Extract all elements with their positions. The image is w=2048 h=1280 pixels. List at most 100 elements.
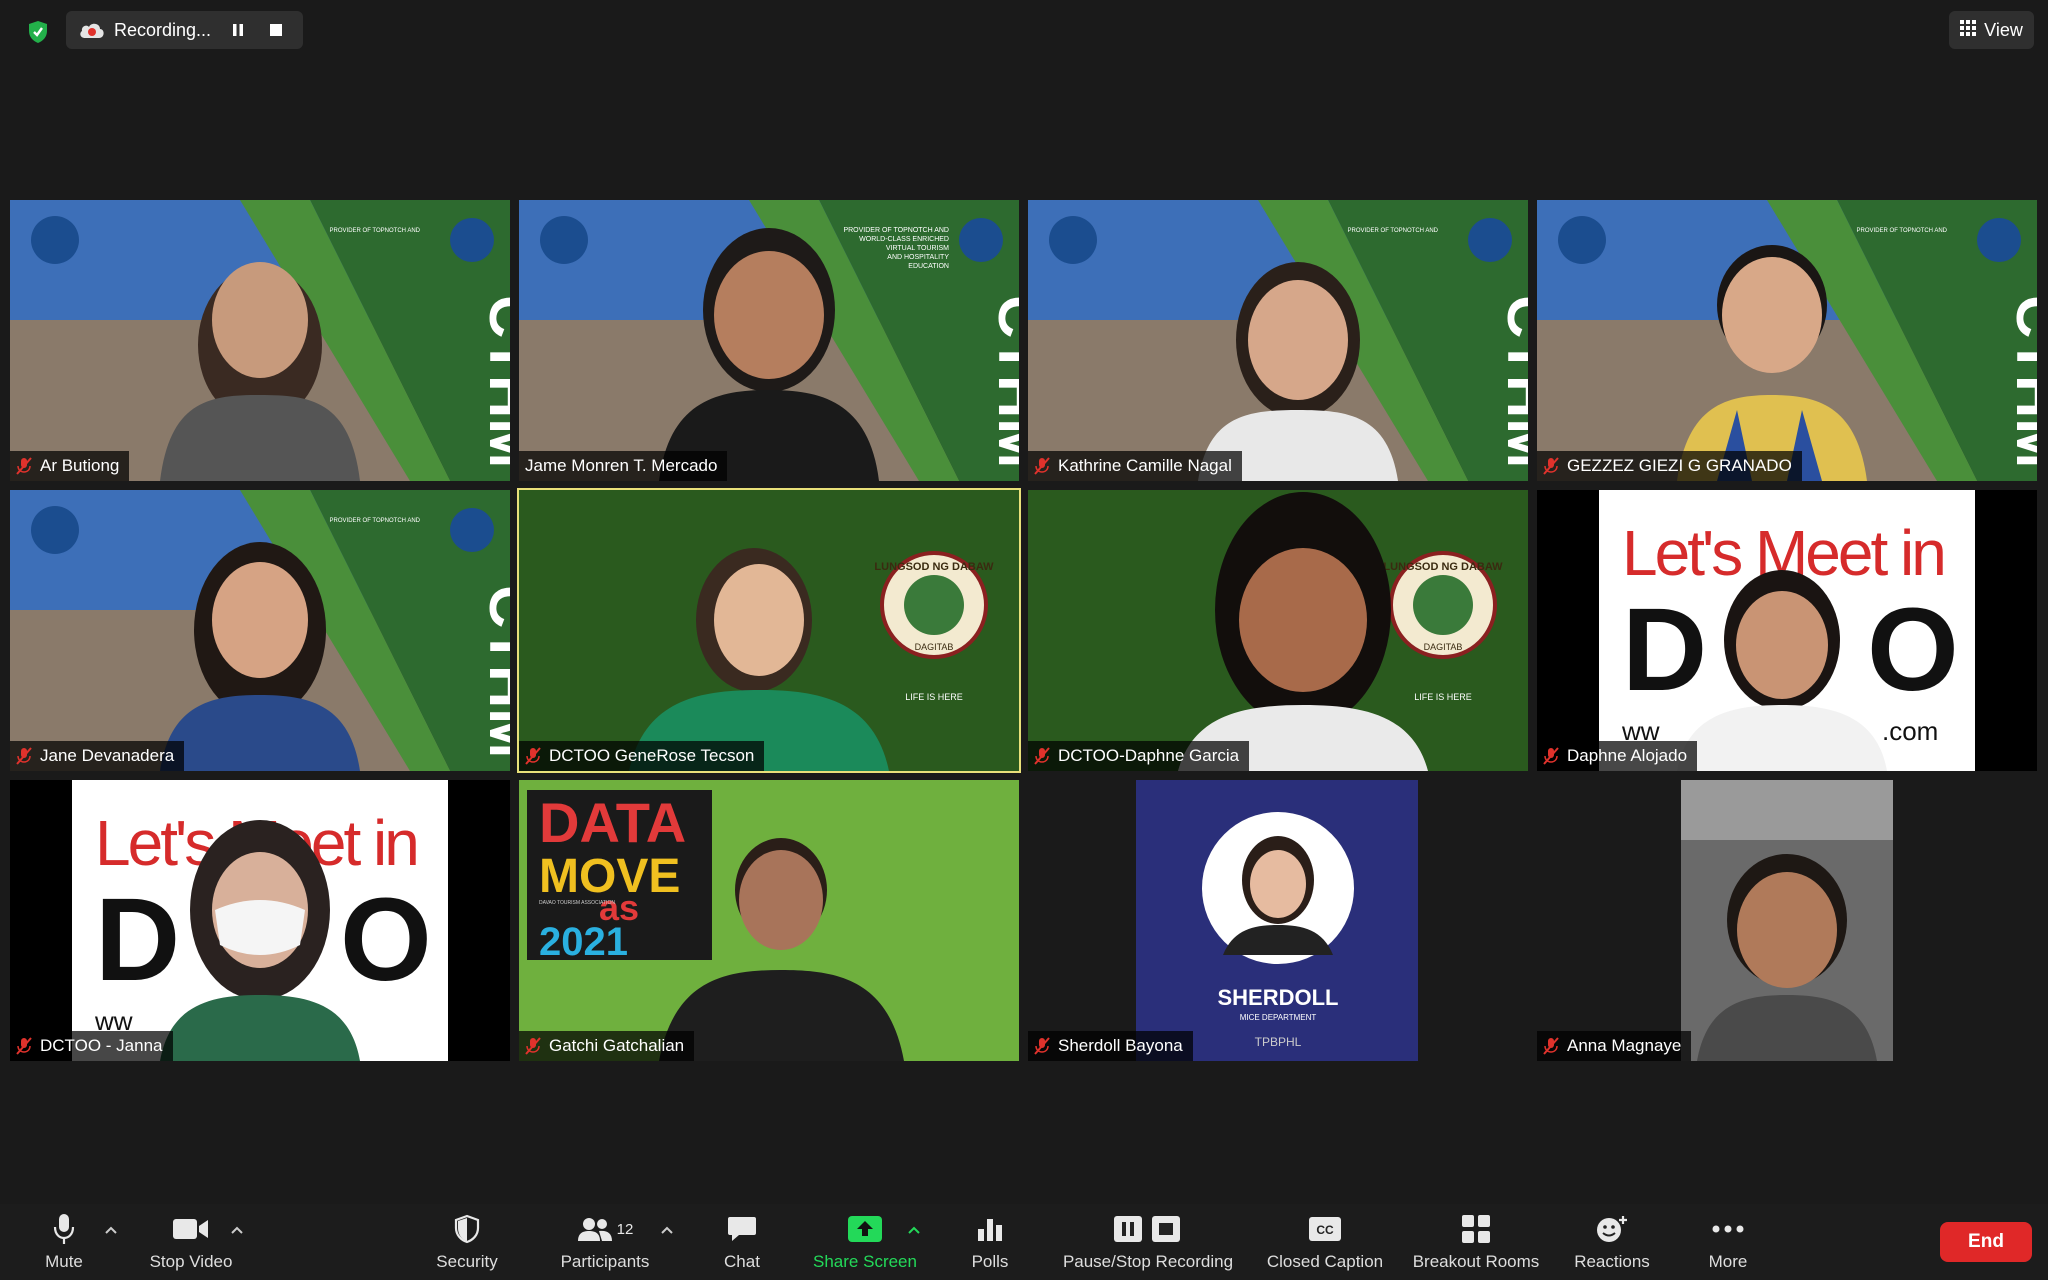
svg-text:PROVIDER OF TOPNOTCH AND: PROVIDER OF TOPNOTCH AND xyxy=(1348,228,1439,234)
stop-video-button[interactable]: Stop Video xyxy=(146,1210,236,1272)
svg-text:LIFE IS HERE: LIFE IS HERE xyxy=(1414,692,1472,702)
participant-name: Sherdoll Bayona xyxy=(1058,1036,1183,1055)
video-tile[interactable]: DATA MOVE as 2021 DAVAO TOURISM ASSOCIAT… xyxy=(519,780,1019,1061)
participant-name-tag: Daphne Alojado xyxy=(1537,741,1698,771)
participant-name: Kathrine Camille Nagal xyxy=(1058,456,1232,475)
svg-text:PROVIDER OF TOPNOTCH AND: PROVIDER OF TOPNOTCH AND xyxy=(843,227,949,234)
svg-text:O: O xyxy=(1867,584,1959,716)
security-button[interactable]: Security xyxy=(432,1210,502,1272)
svg-text:TPBPHL: TPBPHL xyxy=(1255,1035,1302,1049)
dabaw-seal-background: LUNGSOD NG DABAW DAGITAB LIFE IS HERE xyxy=(1028,490,1528,771)
sherdoll-profile-card: SHERDOLL MICE DEPARTMENT TPBPHL xyxy=(1028,780,1528,1061)
video-tile-active-speaker[interactable]: LUNGSOD NG DABAW DAGITAB LIFE IS HERE DC… xyxy=(517,488,1021,773)
end-meeting-button[interactable]: End xyxy=(1940,1222,2032,1262)
svg-text:LUNGSOD NG DABAW: LUNGSOD NG DABAW xyxy=(874,561,994,573)
microphone-icon xyxy=(53,1210,75,1248)
participant-name: Gatchi Gatchalian xyxy=(549,1036,685,1055)
video-tile[interactable]: SHERDOLL MICE DEPARTMENT TPBPHL Sherdoll… xyxy=(1028,780,1528,1061)
breakout-rooms-button[interactable]: Breakout Rooms xyxy=(1411,1210,1541,1272)
dabaw-seal-background: LUNGSOD NG DABAW DAGITAB LIFE IS HERE xyxy=(519,490,1019,771)
audio-options-chevron-icon[interactable] xyxy=(104,1222,118,1234)
share-screen-arrow-icon xyxy=(848,1210,882,1248)
svg-text:O: O xyxy=(340,874,432,1006)
participants-icon-group: 12 xyxy=(577,1210,634,1248)
participant-name: DCTOO - Janna xyxy=(40,1036,163,1055)
video-tile[interactable]: Anna Magnaye xyxy=(1537,780,2037,1061)
pause-recording-icon[interactable] xyxy=(229,21,247,39)
video-options-chevron-icon[interactable] xyxy=(230,1222,244,1234)
svg-text:D: D xyxy=(95,874,180,1006)
participant-name-tag: GEZZEZ GIEZI G GRANADO xyxy=(1537,451,1802,481)
svg-text:DATA: DATA xyxy=(539,791,686,854)
video-tile[interactable]: Let's Meet in D O ww .com Daphne Alojado xyxy=(1537,490,2037,771)
lets-meet-davao-background: Let's Meet in D O ww xyxy=(10,780,510,1061)
data-move-background: DATA MOVE as 2021 DAVAO TOURISM ASSOCIAT… xyxy=(519,780,1019,1061)
participant-name-tag: DCTOO GeneRose Tecson xyxy=(519,741,765,771)
muted-mic-icon xyxy=(1543,747,1559,765)
closed-caption-icon: CC xyxy=(1308,1210,1342,1248)
svg-text:EDUCATION: EDUCATION xyxy=(908,263,949,270)
meeting-toolbar: Mute Stop Video Security 12 Participants… xyxy=(0,1204,2048,1280)
participant-name: GEZZEZ GIEZI G GRANADO xyxy=(1567,456,1792,475)
video-tile[interactable]: CTHM PROVIDER OF TOPNOTCH AND Jane Devan… xyxy=(10,490,510,771)
video-tile[interactable]: LUNGSOD NG DABAW DAGITAB LIFE IS HERE DC… xyxy=(1028,490,1528,771)
svg-text:D: D xyxy=(1622,584,1707,716)
participant-name: DCTOO GeneRose Tecson xyxy=(549,746,755,765)
svg-text:LUNGSOD NG DABAW: LUNGSOD NG DABAW xyxy=(1383,561,1503,573)
video-camera-icon xyxy=(172,1210,210,1248)
participant-name-tag: Jame Monren T. Mercado xyxy=(519,451,728,481)
participant-name: Daphne Alojado xyxy=(1567,746,1688,765)
svg-text:CTHM: CTHM xyxy=(477,585,510,758)
participants-count: 12 xyxy=(616,1220,634,1238)
lets-meet-davao-background: Let's Meet in D O ww .com xyxy=(1537,490,2037,771)
recording-label: Recording... xyxy=(114,19,212,40)
muted-mic-icon xyxy=(1543,457,1559,475)
mute-button[interactable]: Mute xyxy=(38,1210,90,1272)
participant-name-tag: Gatchi Gatchalian xyxy=(519,1031,695,1061)
participants-options-chevron-icon[interactable] xyxy=(660,1222,674,1234)
pause-stop-recording-button[interactable]: Pause/Stop Recording xyxy=(1060,1210,1236,1272)
security-shield-icon xyxy=(453,1210,481,1248)
car-interior-background xyxy=(1537,780,2037,1061)
svg-text:DAGITAB: DAGITAB xyxy=(1424,642,1463,652)
stop-recording-icon[interactable] xyxy=(267,21,285,39)
recording-indicator[interactable]: Recording... xyxy=(66,11,303,49)
video-tile[interactable]: CTHM PROVIDER OF TOPNOTCH AND GEZZEZ GIE… xyxy=(1537,200,2037,481)
cloud-recording-icon xyxy=(78,20,106,40)
more-dots-icon xyxy=(1712,1210,1744,1248)
participant-name: Jane Devanadera xyxy=(40,746,175,765)
svg-text:AND HOSPITALITY: AND HOSPITALITY xyxy=(887,254,949,261)
closed-caption-button[interactable]: CC Closed Caption xyxy=(1264,1210,1386,1272)
muted-mic-icon xyxy=(1034,747,1050,765)
view-button[interactable]: View xyxy=(1949,11,2034,49)
svg-text:.com: .com xyxy=(1882,716,1938,746)
cthm-background: CTHM PROVIDER OF TOPNOTCH AND xyxy=(10,490,510,771)
chat-button[interactable]: Chat xyxy=(722,1210,762,1272)
participant-name-tag: Anna Magnaye xyxy=(1537,1031,1692,1061)
svg-text:VIRTUAL TOURISM: VIRTUAL TOURISM xyxy=(886,245,949,252)
video-tile[interactable]: CTHM PROVIDER OF TOPNOTCH AND Kathrine C… xyxy=(1028,200,1528,481)
svg-text:PROVIDER OF TOPNOTCH AND: PROVIDER OF TOPNOTCH AND xyxy=(1857,228,1948,234)
muted-mic-icon xyxy=(1543,1037,1559,1055)
svg-text:2021: 2021 xyxy=(539,920,628,964)
pause-stop-recording-icon xyxy=(1112,1210,1184,1248)
video-tile[interactable]: CTHM PROVIDER OF TOPNOTCH AND WORLD-CLAS… xyxy=(519,200,1019,481)
participant-name: Jame Monren T. Mercado xyxy=(525,456,718,475)
cthm-background: CTHM PROVIDER OF TOPNOTCH AND xyxy=(1537,200,2037,481)
reactions-button[interactable]: Reactions xyxy=(1571,1210,1653,1272)
encryption-shield-icon[interactable] xyxy=(20,14,56,50)
video-tile[interactable]: CTHM PROVIDER OF TOPNOTCH AND Ar Butiong xyxy=(10,200,510,481)
svg-text:CC: CC xyxy=(1316,1223,1334,1237)
participants-button[interactable]: 12 Participants xyxy=(555,1210,655,1272)
polls-button[interactable]: Polls xyxy=(970,1210,1010,1272)
muted-mic-icon xyxy=(16,457,32,475)
more-button[interactable]: More xyxy=(1705,1210,1751,1272)
cthm-background: CTHM PROVIDER OF TOPNOTCH AND xyxy=(10,200,510,481)
share-screen-button[interactable]: Share Screen xyxy=(812,1210,918,1272)
svg-text:CTHM: CTHM xyxy=(986,295,1019,468)
smiley-plus-icon xyxy=(1595,1210,1629,1248)
video-tile[interactable]: Let's Meet in D O ww DCTOO - Janna xyxy=(10,780,510,1061)
participant-name-tag: DCTOO - Janna xyxy=(10,1031,173,1061)
participant-name: Ar Butiong xyxy=(40,456,120,475)
share-options-chevron-icon[interactable] xyxy=(907,1222,921,1234)
